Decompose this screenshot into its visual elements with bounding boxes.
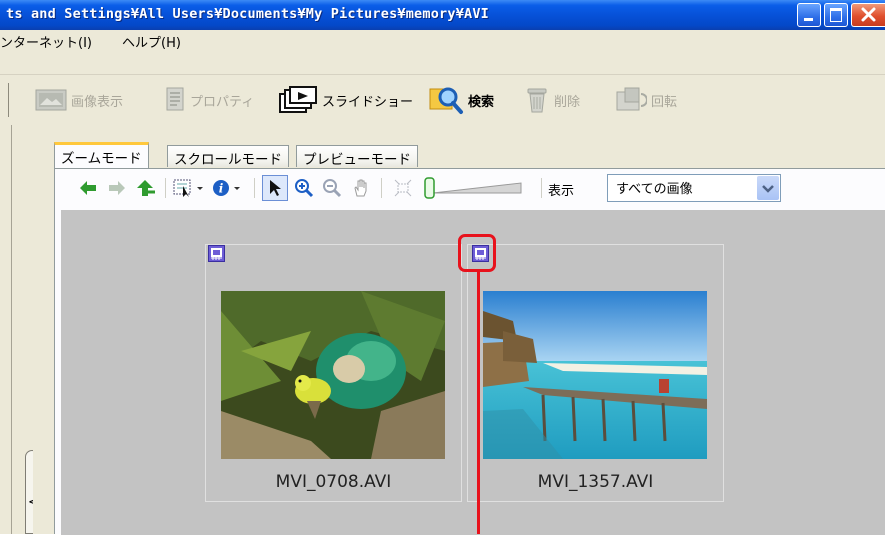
fit-icon <box>394 179 412 197</box>
filter-value: すべての画像 <box>616 182 693 197</box>
forward-arrow-icon <box>109 181 125 195</box>
title-bar[interactable]: ts and Settings¥All Users¥Documents¥My P… <box>0 0 885 30</box>
back-arrow-icon <box>80 181 96 195</box>
trash-icon <box>527 88 547 113</box>
thumbnail-image <box>221 291 445 459</box>
display-label: 表示 <box>548 184 575 199</box>
divider <box>381 178 382 198</box>
view-toolbar: i 表示 すべての画像 <box>55 169 885 207</box>
maximize-button[interactable] <box>824 3 848 27</box>
highlight-pointer-line <box>477 272 480 534</box>
info-icon: i <box>213 180 240 196</box>
pane-separator <box>11 125 12 534</box>
search-button[interactable]: 検索 <box>428 87 495 114</box>
pan-button[interactable] <box>350 177 372 199</box>
filter-dropdown-button[interactable] <box>757 176 779 200</box>
zoom-in-button[interactable] <box>293 177 315 199</box>
zoom-out-icon <box>323 179 342 198</box>
back-button[interactable] <box>77 177 99 199</box>
close-button[interactable] <box>851 3 885 27</box>
properties-label: プロパティ <box>190 94 255 110</box>
zoom-slider-track <box>424 177 522 199</box>
thumbnail-card[interactable] <box>467 244 724 502</box>
slideshow-button[interactable]: スライドショー <box>278 86 414 113</box>
divider <box>165 178 166 198</box>
thumbnail-filename: MVI_1357.AVI <box>537 472 654 492</box>
content-area: ズームモード スクロールモード プレビューモード i 表示 すべての画像 MVI… <box>33 125 885 535</box>
highlight-box <box>458 234 496 272</box>
divider <box>541 178 542 198</box>
minimize-icon <box>804 18 813 21</box>
pan-hand-icon <box>354 179 367 197</box>
up-folder-icon <box>137 180 155 196</box>
thumbnail-image <box>483 291 707 459</box>
info-button[interactable]: i <box>211 177 245 199</box>
forward-button[interactable] <box>106 177 128 199</box>
tab-preview-mode[interactable]: プレビューモード <box>296 145 418 168</box>
image-view-button[interactable]: 画像表示 <box>35 87 123 113</box>
menu-internet[interactable]: ンターネット(I) <box>0 32 92 51</box>
menu-bar: ンターネット(I) ヘルプ(H) <box>0 30 885 75</box>
divider <box>254 178 255 198</box>
main-toolbar: 画像表示 プロパティ スライドショー 検索 削除 回転 <box>0 75 885 125</box>
menu-help[interactable]: ヘルプ(H) <box>122 32 181 51</box>
tab-scroll-mode[interactable]: スクロールモード <box>167 145 289 168</box>
slideshow-label: スライドショー <box>322 94 414 110</box>
zoom-in-icon <box>295 179 314 198</box>
pointer-tool-button[interactable] <box>262 175 288 201</box>
svg-text:i: i <box>219 182 224 196</box>
select-button[interactable] <box>173 177 207 199</box>
properties-icon <box>166 87 184 111</box>
tab-zoom-mode[interactable]: ズームモード <box>54 142 149 168</box>
movie-file-icon <box>208 245 225 262</box>
thumbnail-filename: MVI_0708.AVI <box>275 472 392 492</box>
close-icon <box>861 7 876 22</box>
search-label: 検索 <box>468 94 495 110</box>
image-view-icon <box>35 89 67 111</box>
window-title: ts and Settings¥All Users¥Documents¥My P… <box>6 6 490 22</box>
chevron-down-icon <box>762 185 774 193</box>
zoom-out-button[interactable] <box>321 177 343 199</box>
properties-button[interactable]: プロパティ <box>164 87 254 113</box>
rotate-button[interactable]: 回転 <box>615 87 677 113</box>
fit-button[interactable] <box>392 177 414 199</box>
pointer-icon <box>270 180 281 196</box>
delete-label: 削除 <box>554 94 581 110</box>
thumbnail-card[interactable] <box>205 244 462 502</box>
filter-select[interactable]: すべての画像 <box>607 174 781 202</box>
slideshow-icon <box>279 86 317 113</box>
search-icon <box>429 87 463 114</box>
maximize-icon <box>830 8 842 22</box>
rotate-label: 回転 <box>651 94 678 110</box>
select-frame-icon <box>173 179 203 197</box>
image-view-label: 画像表示 <box>71 94 124 110</box>
delete-button[interactable]: 削除 <box>524 87 580 113</box>
minimize-button[interactable] <box>797 3 821 27</box>
zoom-slider[interactable] <box>423 177 523 199</box>
up-folder-button[interactable] <box>135 177 157 199</box>
tab-panel: i 表示 すべての画像 MVI_0708.AVI MVI_1357.AVI <box>54 168 885 535</box>
toolbar-divider <box>8 83 9 117</box>
rotate-icon <box>616 87 647 111</box>
